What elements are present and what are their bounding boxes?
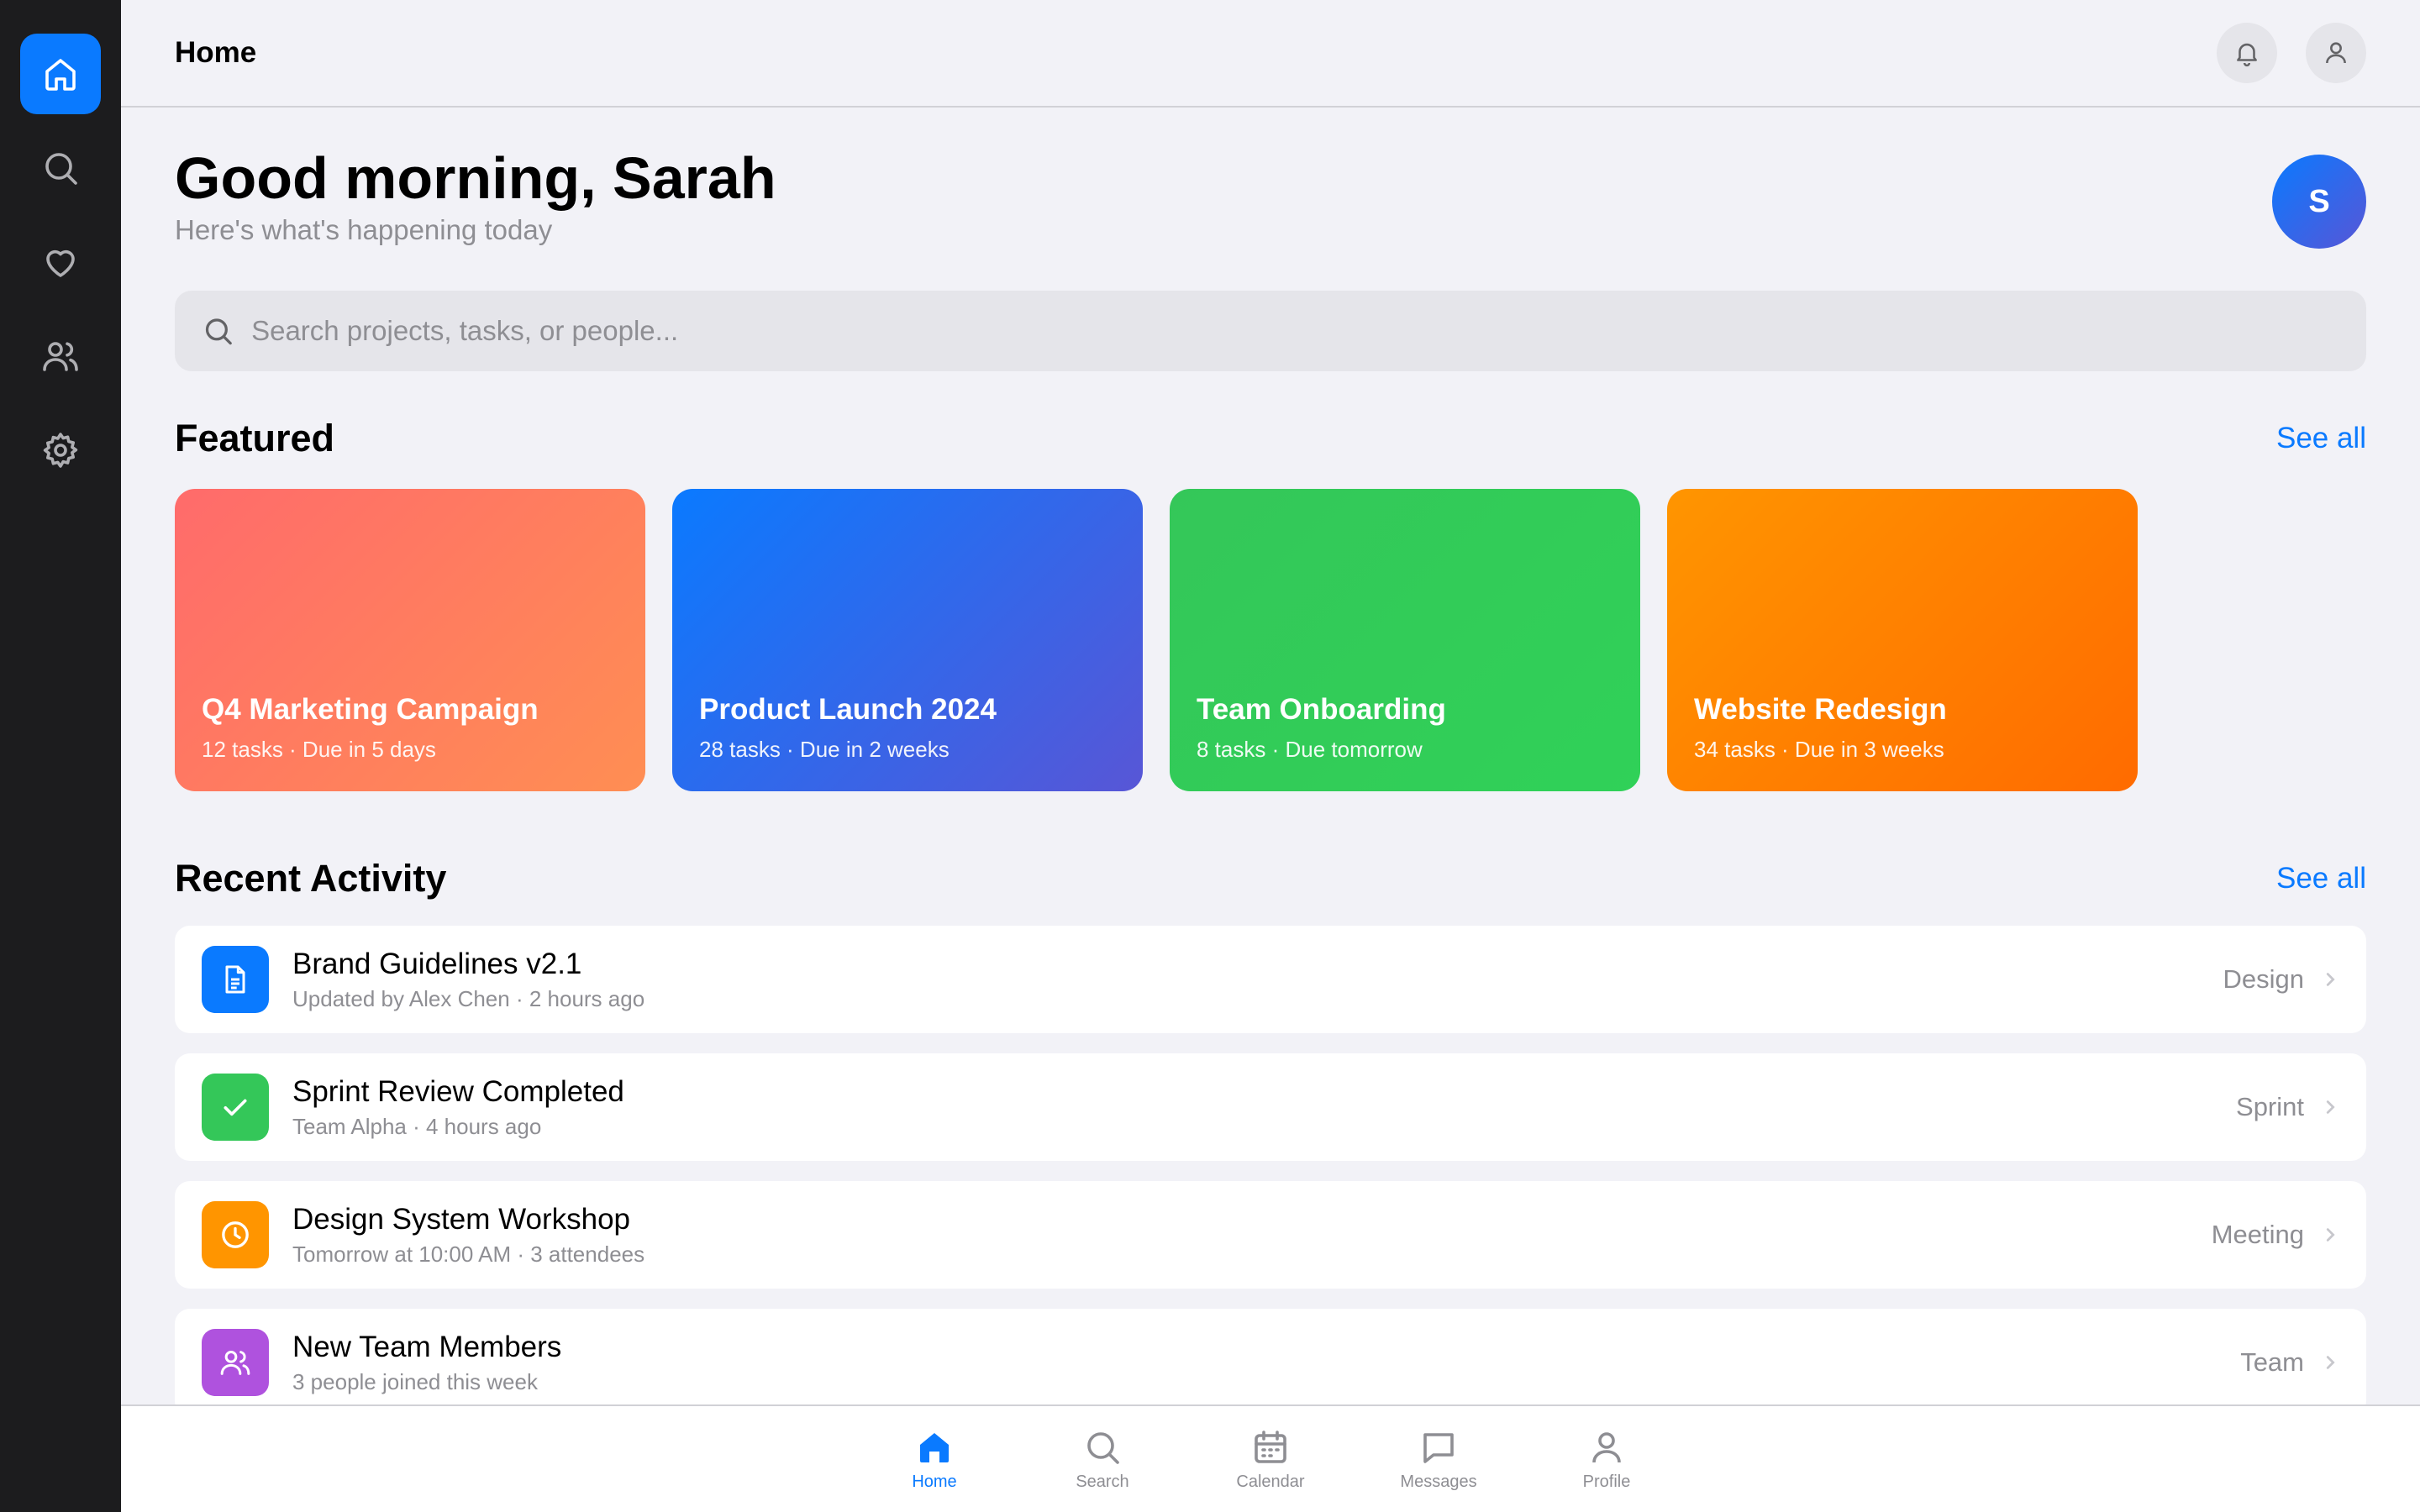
gear-icon: [43, 433, 78, 468]
activity-title: Recent Activity: [175, 857, 447, 900]
sidebar-item-settings[interactable]: [20, 410, 101, 491]
item-tag: Sprint: [2236, 1092, 2304, 1121]
tab-calendar[interactable]: Calendar: [1186, 1427, 1355, 1492]
users-icon: [202, 1329, 269, 1396]
featured-card[interactable]: Website Redesign 34 tasks · Due in 3 wee…: [1667, 489, 2138, 791]
tab-label: Search: [1076, 1472, 1129, 1491]
list-item[interactable]: Brand Guidelines v2.1 Updated by Alex Ch…: [175, 926, 2366, 1033]
tab-search[interactable]: Search: [1018, 1427, 1186, 1492]
list-item[interactable]: New Team Members 3 people joined this we…: [175, 1309, 2366, 1416]
card-title: Q4 Marketing Campaign: [202, 693, 539, 726]
item-title: Design System Workshop: [292, 1202, 631, 1236]
featured-card[interactable]: Q4 Marketing Campaign 12 tasks · Due in …: [175, 489, 645, 791]
item-tag: Team: [2240, 1347, 2304, 1377]
list-item[interactable]: Sprint Review Completed Team Alpha · 4 h…: [175, 1053, 2366, 1161]
featured-see-all-link[interactable]: See all: [2276, 422, 2366, 455]
item-tag: Meeting: [2211, 1220, 2304, 1249]
checkmark-icon: [202, 1074, 269, 1141]
message-icon: [1423, 1432, 1454, 1463]
account-button[interactable]: [2306, 23, 2366, 83]
tab-bar: Home Search Calendar Messages Profile: [121, 1404, 2420, 1512]
tab-label: Profile: [1582, 1472, 1631, 1491]
card-title: Team Onboarding: [1197, 693, 1446, 726]
top-bar: Home: [121, 0, 2420, 108]
content: Good morning, Sarah Here's what's happen…: [121, 144, 2420, 1416]
activity-header: Recent Activity See all: [175, 857, 2366, 900]
tab-home[interactable]: Home: [850, 1427, 1018, 1492]
sidebar: [0, 0, 121, 1512]
notifications-button[interactable]: [2217, 23, 2277, 83]
activity-list: Brand Guidelines v2.1 Updated by Alex Ch…: [175, 926, 2366, 1416]
person-icon: [1592, 1431, 1621, 1462]
clock-icon: [202, 1201, 269, 1268]
item-title: New Team Members: [292, 1330, 562, 1363]
card-meta: 12 tasks · Due in 5 days: [202, 737, 436, 762]
main-area: Home Good morning, Sarah Here's what's h…: [121, 0, 2420, 1512]
featured-card[interactable]: Team Onboarding 8 tasks · Due tomorrow: [1170, 489, 1640, 791]
calendar-icon: [1255, 1430, 1286, 1463]
greeting-title: Good morning, Sarah: [175, 145, 776, 211]
item-subtitle: Updated by Alex Chen · 2 hours ago: [292, 985, 645, 1011]
tab-label: Calendar: [1236, 1472, 1305, 1491]
item-subtitle: Team Alpha · 4 hours ago: [292, 1113, 542, 1139]
sidebar-item-home[interactable]: [20, 34, 101, 114]
card-title: Product Launch 2024: [699, 693, 997, 726]
list-item[interactable]: Design System Workshop Tomorrow at 10:00…: [175, 1181, 2366, 1289]
search-icon: [205, 318, 232, 345]
page-title: Home: [175, 36, 257, 69]
item-subtitle: Tomorrow at 10:00 AM · 3 attendees: [292, 1241, 645, 1267]
tab-label: Messages: [1400, 1472, 1477, 1491]
home-icon: [920, 1432, 949, 1462]
card-meta: 28 tasks · Due in 2 weeks: [699, 737, 950, 762]
featured-card[interactable]: Product Launch 2024 28 tasks · Due in 2 …: [672, 489, 1143, 791]
chevron-right-icon: [2326, 973, 2335, 986]
tab-messages[interactable]: Messages: [1355, 1427, 1523, 1492]
tab-profile[interactable]: Profile: [1523, 1427, 1691, 1492]
search-input[interactable]: [251, 315, 2366, 347]
bell-icon: [2237, 43, 2257, 67]
sidebar-item-team[interactable]: [20, 316, 101, 396]
item-title: Brand Guidelines v2.1: [292, 947, 582, 980]
featured-title: Featured: [175, 417, 335, 459]
item-title: Sprint Review Completed: [292, 1074, 624, 1108]
greeting-subtitle: Here's what's happening today: [175, 213, 553, 245]
search-icon: [45, 153, 77, 185]
card-title: Website Redesign: [1694, 693, 1947, 726]
chevron-right-icon: [2326, 1356, 2335, 1369]
featured-header: Featured See all: [175, 417, 2366, 460]
card-meta: 34 tasks · Due in 3 weeks: [1694, 737, 1944, 762]
person-icon: [2326, 42, 2346, 64]
item-tag: Design: [2223, 964, 2305, 994]
document-icon: [202, 946, 269, 1013]
sidebar-item-favorites[interactable]: [20, 222, 101, 302]
activity-see-all-link[interactable]: See all: [2276, 862, 2366, 895]
chevron-right-icon: [2326, 1100, 2335, 1114]
tab-label: Home: [912, 1472, 957, 1491]
card-meta: 8 tasks · Due tomorrow: [1197, 737, 1423, 762]
search-icon: [1087, 1431, 1119, 1464]
featured-cards: Q4 Marketing Campaign 12 tasks · Due in …: [175, 489, 2366, 791]
chevron-right-icon: [2326, 1228, 2335, 1242]
search-bar[interactable]: [175, 291, 2366, 371]
heart-icon: [46, 249, 75, 277]
item-subtitle: 3 people joined this week: [292, 1368, 538, 1394]
sidebar-item-search[interactable]: [20, 128, 101, 208]
home-icon: [45, 59, 76, 91]
avatar[interactable]: S: [2272, 155, 2366, 249]
users-icon: [43, 342, 78, 371]
